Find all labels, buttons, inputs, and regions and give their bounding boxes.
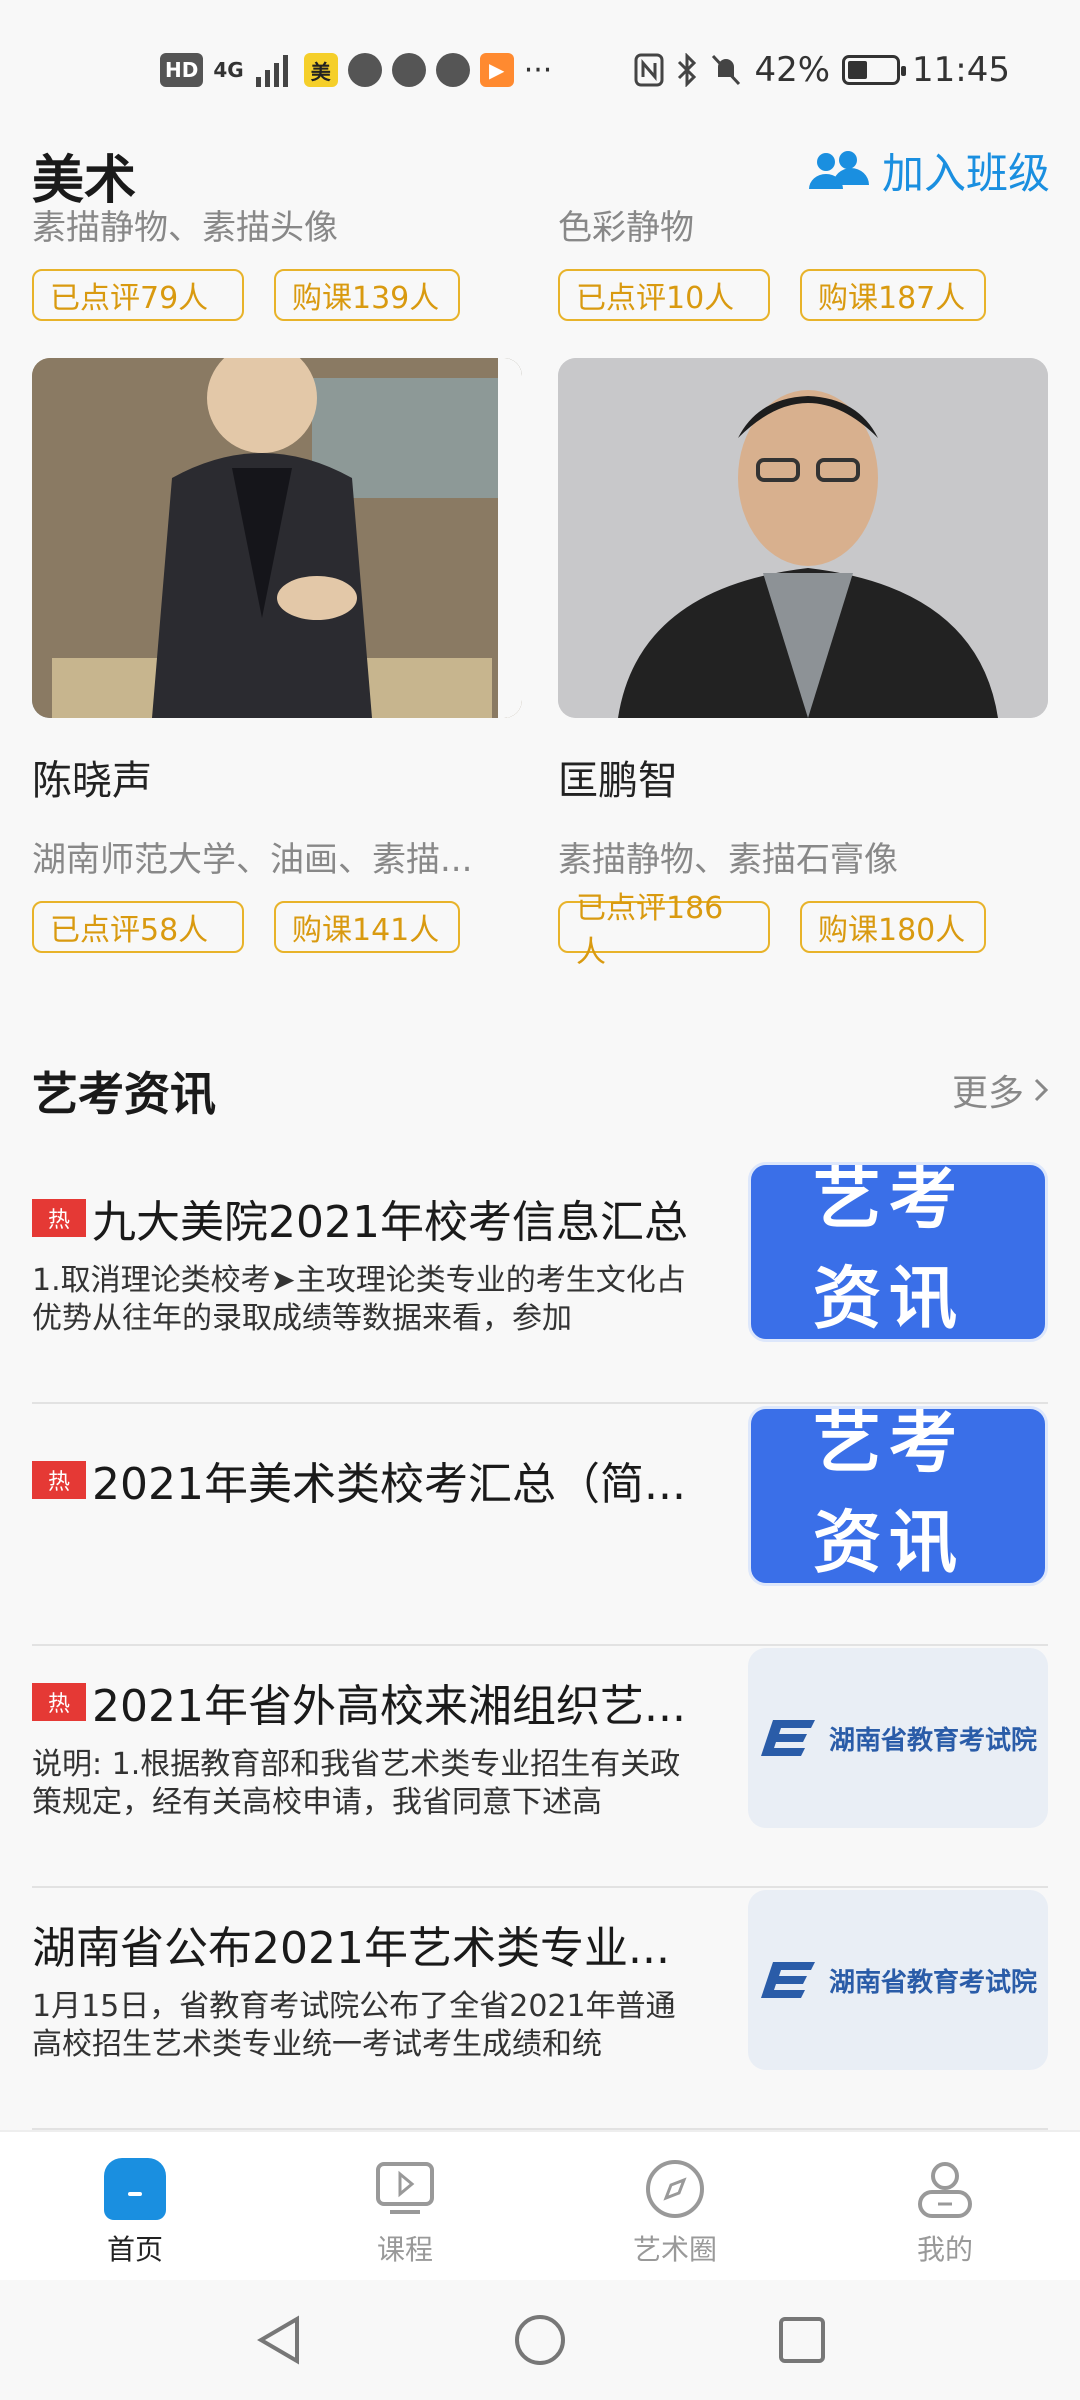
teacher-card[interactable]: 陈晓声 湖南师范大学、油画、素描... 已点评58人 购课141人 xyxy=(32,358,522,953)
nav-label: 我的 xyxy=(916,2233,973,2266)
mute-bell-icon xyxy=(712,54,741,86)
reviewed-count-tag: 已点评186人 xyxy=(558,891,770,970)
clock: 11:45 xyxy=(912,50,1010,90)
profile-icon xyxy=(918,2162,972,2218)
nav-tab-courses[interactable]: 课程 xyxy=(270,2132,540,2280)
video-icon xyxy=(376,2162,434,2214)
teacher-name: 匡鹏智 xyxy=(558,758,678,804)
news-summary: 1月15日，省教育考试院公布了全省2021年普通高校招生艺术类专业统一考试考生成… xyxy=(32,1989,676,2062)
purchased-count-tag: 购课180人 xyxy=(800,901,986,953)
thumb-text: 资讯 xyxy=(813,1504,966,1583)
recents-icon[interactable] xyxy=(777,2315,827,2365)
status-bar: HD 4G 美 ▶ ··· 42% 11:45 xyxy=(0,0,1080,136)
news-title: 湖南省公布2021年艺术类专业... xyxy=(32,1923,670,1974)
teacher-desc: 素描静物、素描石膏像 xyxy=(558,840,898,880)
message-icon xyxy=(435,53,470,87)
teacher-desc: 湖南师范大学、油画、素描... xyxy=(32,840,473,880)
bottom-nav: 首页 课程 艺术圈 我的 xyxy=(0,2130,1080,2280)
thumb-text: 艺考 xyxy=(813,1406,966,1483)
hot-badge: 热 xyxy=(32,1461,86,1499)
news-thumbnail: 湖南省教育考试院 xyxy=(748,1648,1048,1828)
more-label: 更多 xyxy=(951,1073,1024,1114)
status-left-icons: HD 4G 美 ▶ ··· xyxy=(160,48,552,92)
meituan-app-icon: 美 xyxy=(303,53,338,87)
home-circle-icon[interactable] xyxy=(513,2313,567,2367)
join-class-label: 加入班级 xyxy=(881,149,1050,198)
news-thumbnail: 艺考 资讯 xyxy=(748,1406,1048,1586)
news-item[interactable]: 热 九大美院2021年校考信息汇总 1.取消理论类校考➤主攻理论类专业的考生文化… xyxy=(32,1162,1048,1404)
signal-icon xyxy=(255,55,288,87)
battery-icon xyxy=(842,55,907,85)
nav-label: 首页 xyxy=(106,2233,163,2266)
app-notification-icon xyxy=(391,53,426,87)
section-title-news: 艺考资讯 xyxy=(32,1067,216,1121)
thumb-org-name: 湖南省教育考试院 xyxy=(828,1967,1037,1998)
compass-icon xyxy=(646,2160,704,2218)
home-icon xyxy=(104,2158,166,2220)
nav-tab-mine[interactable]: 我的 xyxy=(810,2132,1080,2280)
nav-tab-art-circle[interactable]: 艺术圈 xyxy=(540,2132,810,2280)
thumb-text: 艺考 xyxy=(813,1162,966,1239)
news-item[interactable]: 热 2021年省外高校来湘组织艺... 说明: 1.根据教育部和我省艺术类专业招… xyxy=(32,1646,1048,1888)
news-thumbnail: 艺考 资讯 xyxy=(748,1162,1048,1342)
app-notification-icon xyxy=(347,53,382,87)
hot-badge: 热 xyxy=(32,1683,86,1721)
reviewed-count-tag: 已点评58人 xyxy=(32,901,244,953)
network-type: 4G xyxy=(213,58,244,82)
thumb-text: 资讯 xyxy=(813,1260,966,1339)
news-title: 2021年省外高校来湘组织艺... xyxy=(92,1681,686,1732)
group-icon xyxy=(808,150,869,189)
purchased-count-tag: 购课139人 xyxy=(274,269,460,321)
teacher-name: 陈晓声 xyxy=(32,758,152,804)
news-thumbnail: 湖南省教育考试院 xyxy=(748,1890,1048,2070)
teacher-desc: 素描静物、素描头像 xyxy=(32,208,338,248)
teacher-card[interactable]: 匡鹏智 素描静物、素描石膏像 已点评186人 购课180人 xyxy=(558,358,1048,970)
more-news-link[interactable]: 更多 xyxy=(952,1064,1050,1116)
back-icon[interactable] xyxy=(253,2313,303,2367)
nav-label: 艺术圈 xyxy=(632,2233,717,2266)
hot-badge: 热 xyxy=(32,1199,86,1237)
exam-authority-logo-icon xyxy=(760,1962,815,1998)
exam-authority-logo-icon xyxy=(760,1720,815,1756)
news-summary: 说明: 1.根据教育部和我省艺术类专业招生有关政策规定，经有关高校申请，我省同意… xyxy=(32,1747,681,1820)
more-notifications: ··· xyxy=(523,52,553,88)
nav-label: 课程 xyxy=(376,2233,433,2266)
hd-icon: HD xyxy=(160,53,204,87)
join-class-button[interactable]: 加入班级 xyxy=(806,140,1050,201)
thumb-org-name: 湖南省教育考试院 xyxy=(828,1725,1037,1756)
system-nav-bar xyxy=(0,2280,1080,2400)
reviewed-count-tag: 已点评10人 xyxy=(558,269,770,321)
news-title: 九大美院2021年校考信息汇总 xyxy=(92,1197,688,1248)
nav-tab-home[interactable]: 首页 xyxy=(0,2132,270,2280)
purchased-count-tag: 购课141人 xyxy=(274,901,460,953)
news-title: 2021年美术类校考汇总（简... xyxy=(92,1459,686,1510)
teacher-photo xyxy=(558,358,1048,718)
status-right-icons: 42% 11:45 xyxy=(634,48,1010,92)
reviewed-count-tag: 已点评79人 xyxy=(32,269,244,321)
news-summary: 1.取消理论类校考➤主攻理论类专业的考生文化占优势从往年的录取成绩等数据来看，参… xyxy=(32,1263,686,1336)
video-app-icon: ▶ xyxy=(479,53,514,87)
teacher-desc: 色彩静物 xyxy=(558,208,694,248)
teacher-card[interactable]: 色彩静物 已点评10人 购课187人 xyxy=(558,200,1048,321)
nfc-icon xyxy=(634,53,664,87)
purchased-count-tag: 购课187人 xyxy=(800,269,986,321)
news-item[interactable]: 热 2021年美术类校考汇总（简... 艺考 资讯 xyxy=(32,1404,1048,1646)
battery-percent: 42% xyxy=(754,50,831,90)
bluetooth-icon xyxy=(678,53,697,87)
teacher-card[interactable]: 素描静物、素描头像 已点评79人 购课139人 xyxy=(32,200,522,321)
teacher-photo xyxy=(32,358,522,718)
news-item[interactable]: 湖南省公布2021年艺术类专业... 1月15日，省教育考试院公布了全省2021… xyxy=(32,1888,1048,2130)
chevron-right-icon xyxy=(1034,1078,1049,1102)
